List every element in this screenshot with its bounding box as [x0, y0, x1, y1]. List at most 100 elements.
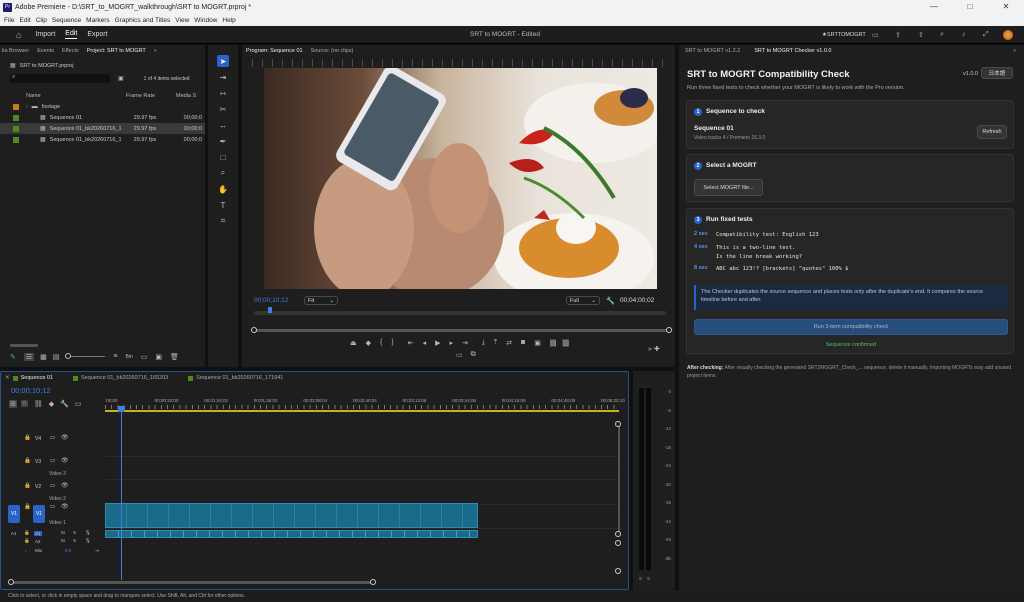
menu-sequence[interactable]: Sequence [52, 17, 81, 24]
go-to-in-icon[interactable]: ⇤ [408, 339, 414, 347]
vertical-scrollbar[interactable] [618, 424, 620, 536]
type-tool-icon[interactable]: T [217, 199, 229, 211]
audio-track-header[interactable]: A2 🔒 M S 🎙 [5, 538, 105, 546]
tab-source[interactable]: Source: (no clips) [311, 48, 354, 54]
hand-tool-icon[interactable]: ✋ [217, 183, 229, 195]
mix-track-header[interactable]: › Mix 0.0 ⇥ [5, 548, 105, 556]
project-item[interactable]: ▦ Sequence 01_bk20260716_1 29.97 fps 00;00;… [0, 134, 205, 145]
find-icon[interactable]: Bin [126, 354, 133, 360]
sync-lock-icon[interactable]: ▭ [50, 458, 55, 464]
timeline-close-icon[interactable]: ✕ [5, 375, 10, 381]
program-playhead[interactable] [268, 307, 272, 313]
zoom-tool-icon[interactable]: ⌕ [217, 167, 229, 179]
horizontal-scrollbar[interactable] [11, 581, 373, 584]
header-right-label[interactable]: ★SRTTOMOGRT [822, 32, 866, 38]
zoom-handle-right[interactable] [666, 327, 672, 333]
track-target-audio[interactable]: A1 [34, 531, 42, 536]
maximize-button[interactable]: □ [952, 0, 988, 14]
overwrite-icon[interactable]: ⤒ [494, 339, 497, 347]
project-item[interactable]: › ▬ footage [0, 101, 205, 112]
video-frame[interactable] [264, 68, 657, 289]
hscroll-handle-right[interactable] [370, 579, 376, 585]
tab-sequence-bk1[interactable]: Sequence 01_bk20260716_165203 [81, 375, 168, 381]
video-track-header[interactable]: V2 🔒 ▭ 👁 Video 2 [5, 482, 105, 504]
solo-left[interactable]: S [639, 576, 642, 581]
menu-help[interactable]: Help [222, 17, 235, 24]
menu-file[interactable]: File [4, 17, 14, 24]
mark-in-icon[interactable]: { [380, 339, 382, 346]
run-check-button[interactable]: Run 3-item compatibility check [694, 319, 1008, 335]
microphone-icon[interactable]: 🎙 [85, 530, 91, 536]
share-icon[interactable]: ⇪ [895, 31, 901, 39]
play-icon[interactable]: ▶ [435, 339, 440, 347]
label-color-swatch[interactable] [13, 125, 19, 132]
track-id[interactable]: V4 [35, 436, 41, 442]
col-frame-rate[interactable]: Frame Rate [126, 93, 176, 99]
hscroll-handle-left[interactable] [8, 579, 14, 585]
video-track-header[interactable]: V3 🔒 ▭ 👁 Video 3 [5, 457, 105, 479]
sync-lock-icon[interactable]: ▭ [50, 483, 55, 489]
fullscreen-icon[interactable]: ⤢ [983, 31, 989, 39]
label-color-swatch[interactable] [13, 136, 19, 143]
video-track-header[interactable]: V1 V1 🔒 ▭ 👁 Video 1 [5, 503, 105, 528]
video-track-lane[interactable] [105, 456, 617, 457]
timeline-ruler[interactable]: :00;00 00;00;32;00 00;01;04;02 00;01;36;02 0… [105, 398, 625, 410]
solo-right[interactable]: S [647, 576, 650, 581]
more-tabs-icon[interactable]: » [1013, 48, 1016, 54]
microphone-icon[interactable]: 🎙 [85, 538, 91, 544]
lock-icon[interactable]: 🔒 [24, 530, 30, 536]
multicam-icon[interactable]: ▥ [562, 338, 570, 347]
panel-icon[interactable]: ▭ [872, 31, 879, 39]
source-patch-a1[interactable]: A1 [11, 531, 17, 536]
menu-graphics[interactable]: Graphics and Titles [115, 17, 171, 24]
audio-clip[interactable] [105, 530, 478, 538]
nest-icon[interactable]: ⊞ [9, 399, 17, 408]
lock-icon[interactable]: 🔒 [24, 458, 31, 464]
work-area-bar[interactable] [105, 410, 619, 412]
menu-clip[interactable]: Clip [36, 17, 47, 24]
add-marker-icon[interactable]: ◆ [49, 400, 54, 408]
timeline-timecode[interactable]: 00;00;10;12 [11, 386, 51, 395]
zoom-slider[interactable] [65, 353, 106, 359]
program-scrubber[interactable] [254, 311, 666, 315]
workspace-edit[interactable]: Edit [65, 30, 78, 39]
marker-icon[interactable]: ◆ [366, 339, 371, 347]
solo-icon[interactable]: S [73, 538, 76, 543]
tab-sequence-01[interactable]: Sequence 01 [21, 375, 53, 381]
avatar[interactable] [1003, 29, 1013, 40]
lock-icon[interactable]: 🔒 [24, 504, 31, 510]
trash-icon[interactable]: 🗑 [170, 353, 179, 361]
col-media-start[interactable]: Media S [176, 93, 196, 99]
language-button[interactable]: 日本語 [981, 67, 1013, 79]
safe-margins-icon[interactable]: ▤ [549, 338, 557, 347]
ripple-edit-tool-icon[interactable]: ⇿ [217, 87, 229, 99]
search-icon[interactable]: ⌕ [940, 31, 944, 39]
minimize-button[interactable]: — [916, 0, 952, 14]
new-bin-icon[interactable]: ▭ [141, 353, 148, 361]
rectangle-tool-icon[interactable]: □ [217, 151, 229, 163]
sync-lock-icon[interactable]: ▭ [50, 435, 55, 441]
track-target-v1[interactable]: V1 [33, 505, 45, 523]
lock-icon[interactable]: 🔒 [24, 435, 31, 441]
menu-edit[interactable]: Edit [19, 17, 30, 24]
select-mogrt-button[interactable]: Select MOGRT file... [694, 179, 763, 196]
mark-out-icon[interactable]: } [391, 339, 393, 346]
snap-icon[interactable]: ∩ [20, 400, 28, 407]
more-tabs-icon[interactable]: » [154, 48, 157, 54]
freeform-view-icon[interactable]: ▤ [53, 353, 60, 361]
lock-icon[interactable]: 🔒 [24, 538, 30, 544]
eye-icon[interactable]: 👁 [61, 482, 69, 489]
captions-icon[interactable]: ▭ [75, 400, 82, 408]
caption-tool-icon[interactable]: ⌗ [217, 215, 229, 227]
tab-sequence-bk2[interactable]: Sequence 01_bk20260716_171641 [196, 375, 283, 381]
playhead-handle[interactable] [118, 406, 125, 412]
track-id[interactable]: V3 [35, 459, 41, 465]
project-item[interactable]: ▦ Sequence 01 29.97 fps 00;00;0 [0, 112, 205, 123]
mute-icon[interactable]: M [61, 538, 65, 543]
menu-view[interactable]: View [175, 17, 189, 24]
new-item-icon[interactable]: ▣ [155, 353, 162, 361]
tab-media-browser[interactable]: lia Browser [2, 48, 29, 54]
home-icon[interactable]: ⌂ [16, 30, 21, 40]
refresh-button[interactable]: Refresh [977, 125, 1007, 139]
track-select-tool-icon[interactable]: ⇥ [217, 71, 229, 83]
